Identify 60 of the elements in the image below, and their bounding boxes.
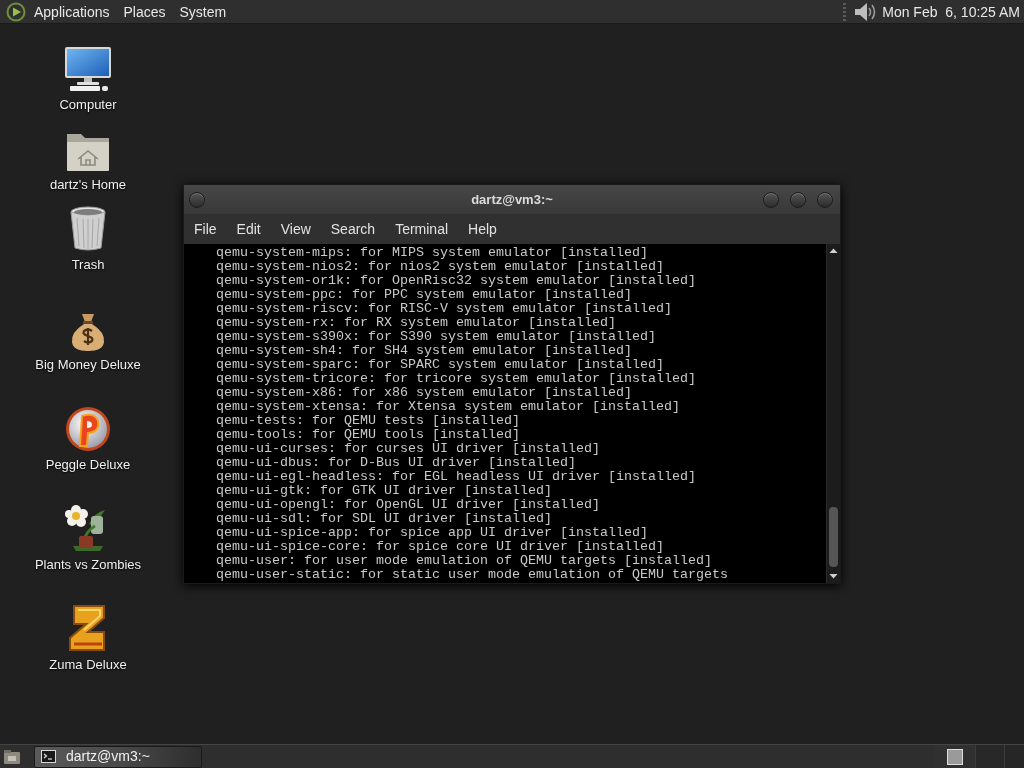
- terminal-line: qemu-ui-dbus: for D-Bus UI driver [installed]: [216, 456, 576, 470]
- window-control-button[interactable]: [763, 191, 779, 208]
- scrollbar-thumb[interactable]: [829, 507, 838, 567]
- desktop-icon-label[interactable]: Plants vs Zombies: [34, 557, 142, 573]
- terminal-line: qemu-system-or1k: for OpenRisc32 system emulator [installed]: [216, 274, 696, 288]
- window-title: dartz@vm3:~: [471, 190, 553, 209]
- scrollbar[interactable]: [826, 244, 840, 583]
- drag-handle-icon[interactable]: [843, 2, 847, 21]
- window-control-button[interactable]: [189, 191, 205, 208]
- window-control-button[interactable]: [817, 191, 833, 208]
- terminal-line: qemu-system-mips: for MIPS system emulator [installed]: [216, 246, 648, 260]
- menu-item[interactable]: Terminal: [385, 214, 459, 244]
- terminal-line: qemu-system-riscv: for RISC-V system emulator [installed]: [216, 302, 672, 316]
- zigzag-block-icon[interactable]: [68, 604, 108, 652]
- terminal-line: qemu-ui-spice-app: for spice app UI driver [installed]: [216, 526, 648, 540]
- panel-menu[interactable]: Places: [116, 0, 173, 24]
- menu-item[interactable]: View: [270, 214, 321, 244]
- terminal-line: qemu-ui-opengl: for OpenGL UI driver [installed]: [216, 498, 600, 512]
- terminal-line: qemu-system-nios2: for nios2 system emulator [installed]: [216, 260, 664, 274]
- terminal-line: qemu-user-static: for static user mode emulation of QEMU targets: [216, 568, 728, 582]
- terminal-line: qemu-system-ppc: for PPC system emulator [installed]: [216, 288, 632, 302]
- terminal-line: qemu-tests: for QEMU tests [installed]: [216, 414, 520, 428]
- menu-logo-icon[interactable]: [6, 1, 26, 22]
- terminal-line: qemu-ui-sdl: for SDL UI driver [installed]: [216, 512, 552, 526]
- terminal-line: qemu-system-rx: for RX system emulator [installed]: [216, 316, 616, 330]
- terminal-line: qemu-ui-curses: for curses UI driver [installed]: [216, 442, 600, 456]
- trash-can-icon[interactable]: [69, 206, 107, 252]
- taskbar-button[interactable]: dartz@vm3:~: [34, 745, 202, 768]
- desktop-icon-label[interactable]: Zuma Deluxe: [49, 657, 127, 673]
- terminal-line: qemu-system-sh4: for SH4 system emulator [installed]: [216, 344, 632, 358]
- desktop-icon-label[interactable]: Peggle Deluxe: [45, 457, 131, 473]
- desktop-icon-label[interactable]: dartz's Home: [49, 177, 127, 193]
- show-desktop-icon[interactable]: [3, 748, 21, 765]
- terminal-line: qemu-tools: for QEMU tools [installed]: [216, 428, 520, 442]
- terminal-line: qemu-system-sparc: for SPARC system emulator [installed]: [216, 358, 664, 372]
- terminal-line: qemu-system-xtensa: for Xtensa system emulator [installed]: [216, 400, 680, 414]
- terminal-line: qemu-system-s390x: for S390 system emulator [installed]: [216, 330, 656, 344]
- terminal-line: qemu-system-tricore: for tricore system emulator [installed]: [216, 372, 696, 386]
- panel-menu[interactable]: Applications: [27, 0, 117, 24]
- terminal-line: qemu-ui-gtk: for GTK UI driver [installed]: [216, 484, 552, 498]
- speaker-icon[interactable]: [854, 1, 877, 22]
- terminal-line: qemu-ui-spice-core: for spice core UI driver [installed]: [216, 540, 664, 554]
- desktop-icon-label[interactable]: Computer: [59, 97, 117, 113]
- desktop-icon-label[interactable]: Big Money Deluxe: [35, 357, 141, 373]
- money-bag-icon[interactable]: [70, 312, 106, 352]
- panel-menu[interactable]: System: [172, 0, 234, 24]
- computer-monitor-icon[interactable]: [64, 46, 112, 92]
- terminal-line: qemu-system-x86: for x86 system emulator [installed]: [216, 386, 632, 400]
- terminal-line: qemu-ui-egl-headless: for EGL headless UI driver [installed]: [216, 470, 696, 484]
- game-ball-icon[interactable]: [65, 406, 111, 452]
- desktop-icon-label[interactable]: Trash: [71, 257, 105, 273]
- workspace-switcher[interactable]: [935, 745, 1024, 768]
- menu-item[interactable]: File: [184, 214, 227, 244]
- terminal-icon: [41, 750, 56, 763]
- menu-item[interactable]: Search: [320, 214, 386, 244]
- menu-item[interactable]: Help: [458, 214, 507, 244]
- terminal-line: qemu-user: for user mode emulation of QEMU targets [installed]: [216, 554, 712, 568]
- clock[interactable]: Mon Feb 6, 10:25 AM: [882, 0, 1020, 24]
- workspace-window-icon[interactable]: [947, 748, 963, 765]
- menu-item[interactable]: Edit: [226, 214, 271, 244]
